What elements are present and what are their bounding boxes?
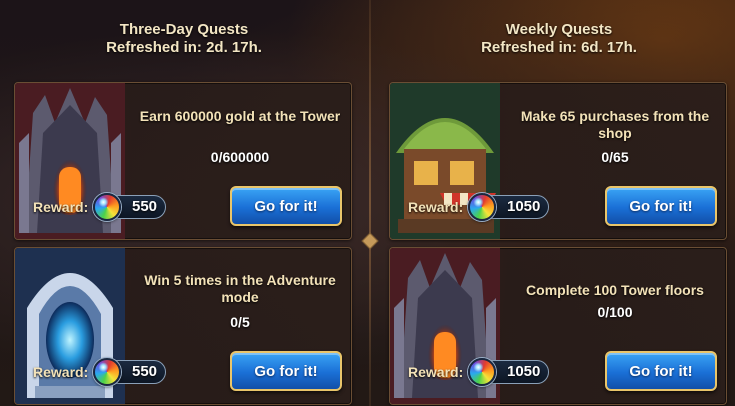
quest-card: Complete 100 Tower floors 0/100 Reward: … [389,247,727,405]
quest-title: Make 65 purchases from the shop [520,108,710,141]
quest-title: Win 5 times in the Adventure mode [144,272,336,305]
quest-progress: 0/5 [230,314,250,330]
go-for-it-button[interactable]: Go for it! [230,186,342,226]
quest-card: Earn 600000 gold at the Tower 0/600000 R… [14,82,352,240]
column-title: Weekly Quests [505,21,613,38]
column-divider [369,0,371,406]
divider-ornament [361,232,379,250]
reward-label: Reward: [408,199,464,215]
quest-progress: 0/65 [601,149,629,165]
quest-progress: 0/600000 [210,149,270,165]
rainbow-orb-icon [468,358,496,386]
go-for-it-button[interactable]: Go for it! [605,186,717,226]
go-for-it-button[interactable]: Go for it! [230,351,342,391]
reward-label: Reward: [33,364,89,380]
column-title: Three-Day Quests [119,21,249,38]
reward-label: Reward: [33,199,89,215]
weekly-quests-header: Weekly Quests Refreshed in: 6d. 17h. [389,21,729,57]
rainbow-orb-icon [468,193,496,221]
quest-card: Win 5 times in the Adventure mode 0/5 Re… [14,247,352,405]
rainbow-orb-icon [93,358,121,386]
refresh-timer: Refreshed in: 2d. 17h. [106,39,262,56]
quest-progress: 0/100 [597,304,633,320]
go-for-it-button[interactable]: Go for it! [605,351,717,391]
three-day-quests-header: Three-Day Quests Refreshed in: 2d. 17h. [14,21,354,57]
quest-title: Earn 600000 gold at the Tower [139,108,341,124]
quest-card: Make 65 purchases from the shop 0/65 Rew… [389,82,727,240]
quest-title: Complete 100 Tower floors [526,282,704,298]
reward-label: Reward: [408,364,464,380]
rainbow-orb-icon [93,193,121,221]
refresh-timer: Refreshed in: 6d. 17h. [481,39,637,56]
